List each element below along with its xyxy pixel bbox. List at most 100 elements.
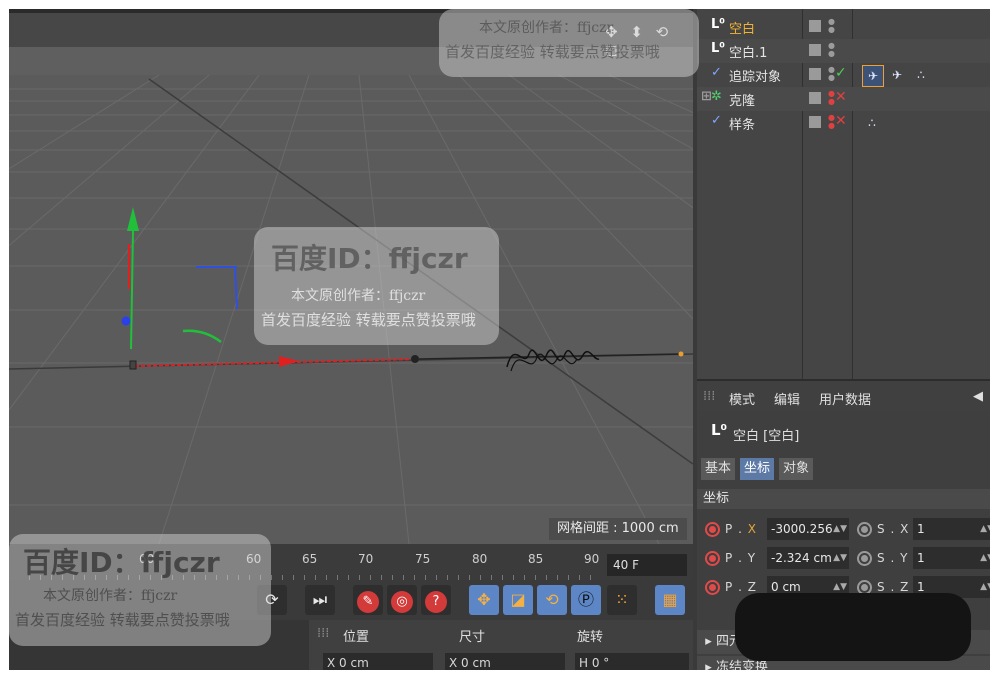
grip-icon: ⁞⁞⁞ — [317, 626, 330, 641]
object-row[interactable]: L⁰ 空白.1 ● ● — [697, 39, 990, 63]
animate-radio[interactable] — [705, 580, 720, 595]
header-position: 位置 — [343, 630, 370, 645]
attribute-title: L⁰ 空白 [空白] — [697, 413, 990, 449]
rotate-key-icon[interactable]: ⟲ — [537, 585, 567, 615]
tag-icon[interactable]: ∴ — [911, 65, 931, 85]
scale-key-icon[interactable]: ◪ — [503, 585, 533, 615]
object-name[interactable]: 追踪对象 — [729, 66, 781, 85]
object-row[interactable]: L⁰ 空白 ● ● — [697, 15, 990, 39]
object-row[interactable]: ✓ 样条 ● ● ✕ ∴ — [697, 111, 990, 135]
animate-radio[interactable] — [705, 551, 720, 566]
watermark-note: 首发百度经验 转载要点赞投票哦 — [445, 43, 660, 61]
layer-swatch-icon[interactable] — [809, 44, 821, 56]
object-name[interactable]: 空白.1 — [729, 42, 767, 61]
c4d-window: ✥ ⬍ ⟲ ◻ 网格间距 : 1000 cm L⁰ 空白 ● ● L⁰ 空白.1 … — [9, 9, 990, 670]
disabled-cross-icon[interactable]: ✕ — [835, 113, 847, 129]
menu-user-data[interactable]: 用户数据 — [819, 389, 871, 408]
cloner-icon: ✲ — [711, 89, 722, 104]
disabled-cross-icon[interactable]: ✕ — [835, 89, 847, 105]
visibility-dots-icon[interactable]: ● ● — [828, 18, 835, 34]
menu-edit[interactable]: 编辑 — [774, 389, 800, 408]
param-label: S . Y — [877, 551, 909, 565]
null-object-icon: L⁰ — [711, 17, 725, 32]
timeline-tick: 85 — [528, 552, 544, 566]
move-key-icon[interactable]: ✥ — [469, 585, 499, 615]
section-coord: 坐标 — [697, 489, 990, 509]
object-name[interactable]: 空白 — [729, 18, 755, 37]
back-arrow-icon[interactable]: ◀ — [973, 389, 983, 404]
timeline-tick: 90 — [584, 552, 600, 566]
timeline-tick: 80 — [472, 552, 488, 566]
object-name[interactable]: 样条 — [729, 114, 755, 133]
menu-mode[interactable]: 模式 — [729, 389, 755, 408]
end-frame-field[interactable]: 40 F — [607, 554, 687, 576]
param-label: S . X — [877, 522, 910, 536]
coord-size-x-field[interactable]: X 0 cm — [445, 653, 565, 670]
tag-icon[interactable]: ✈ — [862, 65, 884, 87]
header-size: 尺寸 — [459, 630, 486, 645]
film-strip-icon[interactable]: ▦ — [655, 585, 685, 615]
go-to-end-icon[interactable]: ⏭ — [305, 585, 335, 615]
visibility-dots-icon[interactable]: ● ● — [828, 114, 835, 130]
point-level-icon[interactable]: ⁙ — [607, 585, 637, 615]
animate-radio[interactable] — [857, 522, 872, 537]
grip-icon: ⁞⁞⁞ — [703, 389, 716, 404]
param-key-icon[interactable]: Ⓟ — [571, 585, 601, 615]
timeline-tick: 70 — [358, 552, 374, 566]
record-key-icon[interactable]: ✎ — [353, 585, 383, 615]
pos-y-field[interactable]: -2.324 cm ▲▼ — [767, 547, 849, 569]
object-pivot — [411, 355, 419, 363]
animate-radio[interactable] — [857, 551, 872, 566]
grid-spacing-label: 网格间距 : 1000 cm — [549, 518, 687, 540]
param-label: P . X — [725, 522, 757, 536]
object-name[interactable]: 克隆 — [729, 90, 755, 109]
watermark-author: 本文原创作者：ffjczr — [43, 588, 178, 604]
spline-icon: ✓ — [711, 113, 722, 128]
coord-rot-h-field[interactable]: H 0 ° — [575, 653, 689, 670]
tab-coord[interactable]: 坐标 — [740, 458, 775, 480]
layer-swatch-icon[interactable] — [809, 92, 821, 104]
watermark-author: 本文原创作者：ffjczr — [479, 20, 614, 36]
scale-y-field[interactable]: 1▲▼ — [913, 547, 990, 569]
key-help-icon[interactable]: ? — [421, 585, 451, 615]
param-label: S . Z — [877, 580, 910, 594]
tab-basic[interactable]: 基本 — [701, 458, 736, 480]
pos-x-field[interactable]: -3000.256 ▲▼ — [767, 518, 849, 540]
coord-row-x: P . X -3000.256▲▼ S . X 1▲▼ — [697, 517, 990, 543]
header-rotation: 旋转 — [577, 630, 604, 645]
tag-icon[interactable]: ✈ — [887, 65, 907, 85]
autokey-icon[interactable]: ◎ — [387, 585, 417, 615]
watermark-id: 百度ID：ffjczr — [23, 546, 220, 579]
object-row[interactable]: ✓ 追踪对象 ● ● ✓ ✈ ✈ ∴ — [697, 63, 990, 87]
coord-row-y: P . Y -2.324 cm▲▼ S . Y 1▲▼ — [697, 546, 990, 572]
visibility-dots-icon[interactable]: ● ● — [828, 66, 835, 82]
layer-swatch-icon[interactable] — [809, 20, 821, 32]
null-object-icon: L⁰ — [711, 41, 725, 56]
tab-object[interactable]: 对象 — [779, 458, 814, 480]
object-row[interactable]: ⊞ ✲ 克隆 ● ● ✕ — [697, 87, 990, 111]
layer-swatch-icon[interactable] — [809, 116, 821, 128]
coordinates-panel: ⁞⁞⁞ 位置 尺寸 旋转 X 0 cm X 0 cm H 0 ° — [309, 620, 693, 670]
watermark-author: 本文原创作者：ffjczr — [291, 288, 426, 304]
coord-pos-x-field[interactable]: X 0 cm — [323, 653, 433, 670]
watermark-note: 首发百度经验 转载要点赞投票哦 — [15, 611, 230, 629]
object-title: 空白 [空白] — [733, 429, 800, 444]
watermark-id: 百度ID：ffjczr — [271, 242, 468, 275]
y-axis-line — [130, 230, 134, 350]
param-label: P . Y — [725, 551, 757, 565]
redacted-area — [735, 593, 971, 661]
enabled-check-icon[interactable]: ✓ — [835, 65, 847, 81]
param-label: P . Z — [725, 580, 757, 594]
null-object-icon: L⁰ — [711, 421, 728, 439]
timeline-tick: 75 — [415, 552, 431, 566]
scale-x-field[interactable]: 1▲▼ — [913, 518, 990, 540]
visibility-dots-icon[interactable]: ● ● — [828, 90, 835, 106]
layer-swatch-icon[interactable] — [809, 68, 821, 80]
tracer-icon: ✓ — [711, 65, 722, 80]
visibility-dots-icon[interactable]: ● ● — [828, 42, 835, 58]
tag-icon[interactable]: ∴ — [862, 113, 882, 133]
attribute-menu-bar: ⁞⁞⁞ 模式 编辑 用户数据 ◀ — [697, 379, 990, 411]
animate-radio[interactable] — [705, 522, 720, 537]
object-manager[interactable]: L⁰ 空白 ● ● L⁰ 空白.1 ● ● ✓ 追踪对象 ● ● ✓ ✈ ✈ ∴ ⊞ … — [697, 9, 990, 379]
timeline-tick: 65 — [302, 552, 318, 566]
